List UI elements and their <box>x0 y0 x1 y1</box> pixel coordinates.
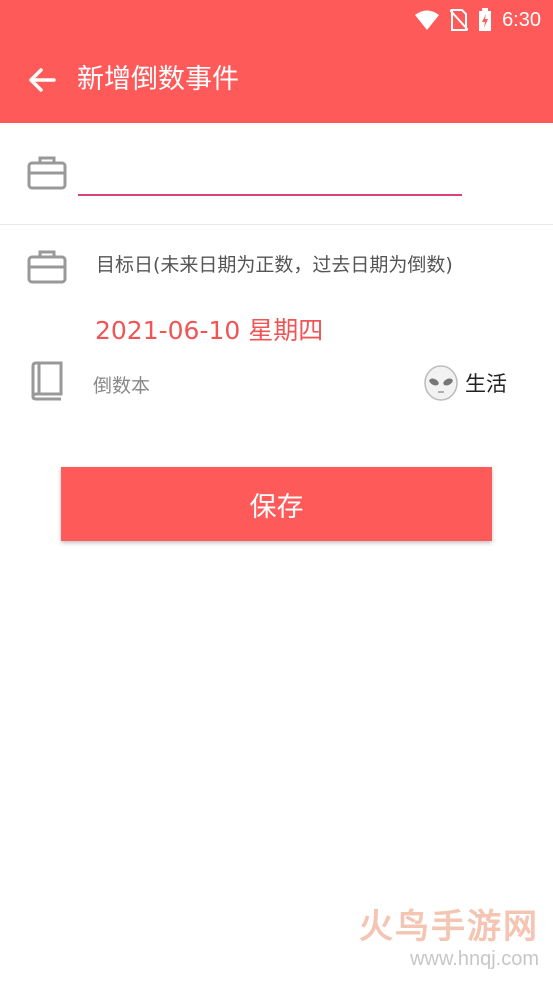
battery-charging-icon <box>479 8 492 31</box>
status-bar: 6:30 <box>414 6 541 34</box>
back-arrow-icon[interactable] <box>26 64 58 96</box>
countdown-book-label: 倒数本 <box>93 375 151 397</box>
target-date-value[interactable]: 2021-06-10 星期四 <box>95 311 323 347</box>
book-icon <box>31 361 63 401</box>
alien-icon <box>424 365 458 401</box>
no-sim-icon <box>450 9 469 31</box>
app-bar: 6:30 新增倒数事件 <box>0 0 553 123</box>
category-label: 生活 <box>465 372 507 396</box>
briefcase-icon <box>27 250 67 284</box>
category-selector[interactable]: 生活 <box>423 364 507 402</box>
watermark: 火鸟手游网 www.hnqj.com <box>359 899 539 971</box>
watermark-url: www.hnqj.com <box>410 948 539 970</box>
status-time: 6:30 <box>502 8 541 31</box>
briefcase-icon <box>27 156 67 190</box>
event-name-input[interactable] <box>78 150 462 196</box>
watermark-title: 火鸟手游网 <box>359 907 539 947</box>
target-date-label: 目标日(未来日期为正数，过去日期为倒数) <box>96 254 453 276</box>
page-title: 新增倒数事件 <box>77 64 239 95</box>
wifi-icon <box>415 10 440 30</box>
save-button[interactable]: 保存 <box>61 467 492 541</box>
